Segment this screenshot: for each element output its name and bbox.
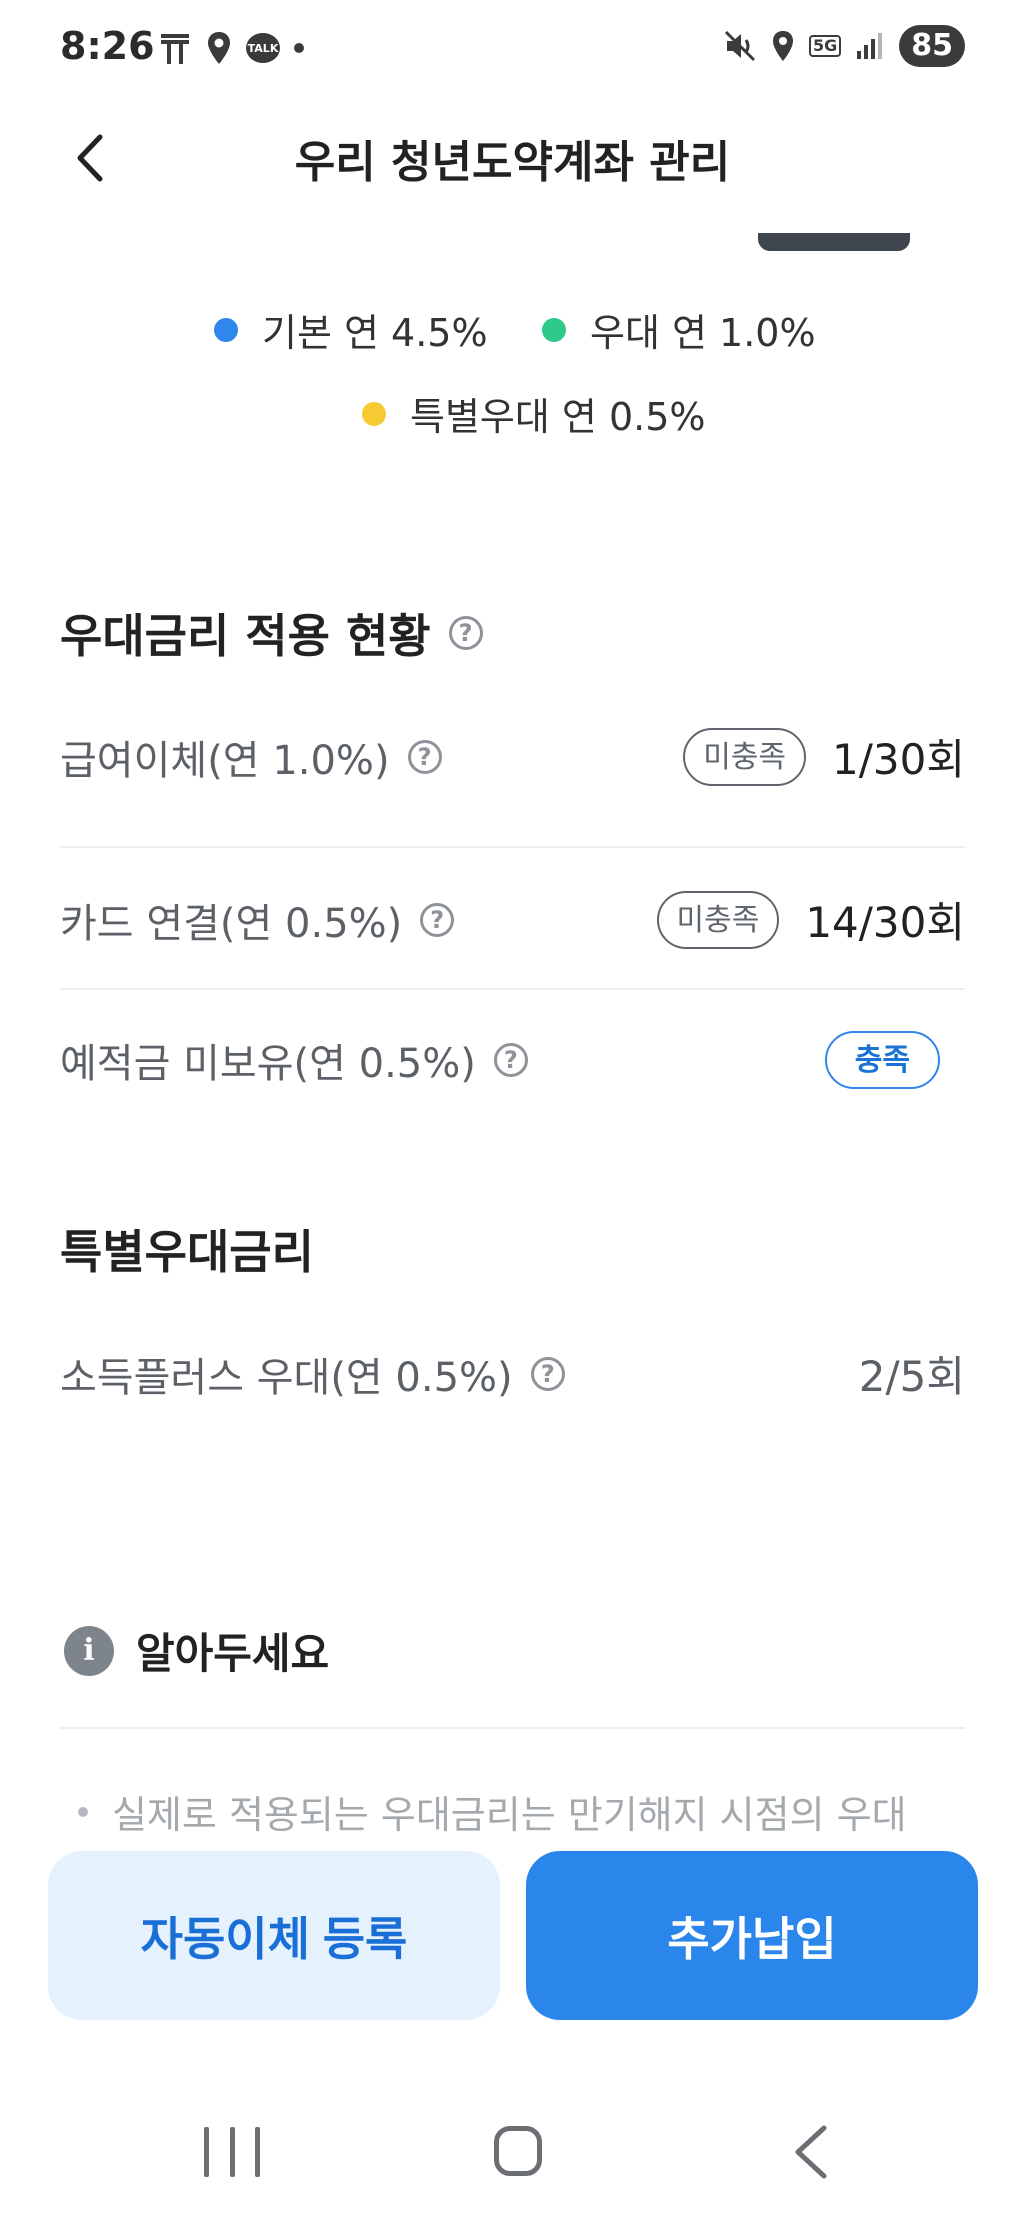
- legend-basic: 기본 연 4.5%: [214, 302, 488, 357]
- progress-count: 14/30회: [805, 898, 965, 947]
- legend-label-basic: 기본 연 4.5%: [262, 311, 488, 355]
- notice-item: 실제로 적용되는 우대금리는 만기해지 시점의 우대: [78, 1784, 907, 1839]
- preferential-row-salary: 급여이체(연 1.0%) ? 미충족 1/30회: [60, 726, 965, 787]
- auto-transfer-button[interactable]: 자동이체 등록: [48, 1851, 500, 2020]
- more-notifications-dot: [294, 43, 304, 53]
- preferential-row-deposit: 예적금 미보유(연 0.5%) ? 충족: [60, 1031, 965, 1089]
- status-badge: 미충족: [656, 890, 780, 949]
- legend-label-preferential: 우대 연 1.0%: [590, 311, 816, 355]
- help-icon[interactable]: ?: [493, 1043, 528, 1077]
- row-label-text: 예적금 미보유(연 0.5%): [60, 1041, 476, 1087]
- help-icon[interactable]: ?: [530, 1356, 565, 1391]
- system-back-button[interactable]: [788, 2124, 834, 2180]
- help-icon[interactable]: ?: [448, 616, 483, 650]
- preferential-row-card: 카드 연결(연 0.5%) ? 미충족 14/30회: [60, 889, 965, 950]
- row-label-text: 소득플러스 우대(연 0.5%): [60, 1354, 513, 1401]
- row-label: 카드 연결(연 0.5%) ?: [60, 891, 455, 949]
- row-label: 소득플러스 우대(연 0.5%) ?: [60, 1345, 565, 1403]
- legend-label-special: 특별우대 연 0.5%: [410, 395, 706, 439]
- status-badge: 미충족: [683, 727, 807, 786]
- divider: [60, 846, 965, 848]
- status-bar: 8:26 TALK 5G 85: [0, 0, 1025, 92]
- legend-dot-special: [362, 401, 386, 426]
- t-logo-icon: [161, 34, 189, 64]
- preferential-section-title: 우대금리 적용 현황 ?: [60, 600, 483, 666]
- recent-bar: [204, 2127, 209, 2177]
- location-icon: [208, 32, 230, 64]
- row-label: 급여이체(연 1.0%) ?: [60, 728, 442, 786]
- notice-title: i 알아두세요: [64, 1620, 329, 1681]
- status-badge: 충족: [824, 1031, 940, 1089]
- legend-dot-basic: [214, 317, 238, 342]
- divider: [60, 988, 965, 990]
- extra-payment-button[interactable]: 추가납입: [526, 1851, 978, 2020]
- bullet: [78, 1806, 88, 1817]
- special-section-title: 특별우대금리: [60, 1225, 314, 1279]
- divider: [60, 1727, 965, 1729]
- row-label-text: 카드 연결(연 0.5%): [60, 900, 403, 947]
- status-time: 8:26: [60, 24, 155, 68]
- chart-bottom-edge: [758, 233, 910, 251]
- notice-item-text: 실제로 적용되는 우대금리는 만기해지 시점의 우대: [112, 1793, 907, 1837]
- row-label-text: 급여이체(연 1.0%): [60, 737, 390, 784]
- help-icon[interactable]: ?: [420, 902, 455, 937]
- info-icon: i: [64, 1625, 114, 1676]
- progress-count: 1/30회: [832, 735, 965, 784]
- row-status-group: 2/5회: [859, 1343, 965, 1404]
- row-label: 예적금 미보유(연 0.5%) ?: [60, 1031, 528, 1089]
- signal-icon: [857, 33, 883, 59]
- vibrate-mute-icon: [724, 30, 756, 62]
- recent-bar: [255, 2127, 260, 2177]
- location-status-icon: [772, 31, 793, 61]
- row-status-group: 충족: [824, 1031, 940, 1089]
- progress-count: 2/5회: [858, 1352, 965, 1401]
- notice-title-text: 알아두세요: [136, 1629, 330, 1678]
- legend-preferential: 우대 연 1.0%: [542, 302, 816, 357]
- chevron-left-icon: [77, 134, 103, 182]
- recent-apps-button[interactable]: [204, 2127, 260, 2177]
- page-title: 우리 청년도약계좌 관리: [294, 137, 731, 188]
- notification-icons: TALK: [158, 28, 304, 68]
- system-icons: 5G 85: [723, 24, 965, 68]
- network-5g-icon: 5G: [808, 35, 842, 57]
- row-status-group: 미충족 1/30회: [683, 726, 965, 787]
- recent-bar: [229, 2127, 235, 2177]
- battery-indicator: 85: [899, 25, 965, 67]
- preferential-title-text: 우대금리 적용 현황: [60, 609, 431, 663]
- legend-dot-preferential: [542, 317, 566, 342]
- special-row-income-plus: 소득플러스 우대(연 0.5%) ? 2/5회: [60, 1343, 965, 1404]
- row-status-group: 미충족 14/30회: [656, 889, 965, 950]
- back-button[interactable]: [60, 128, 120, 188]
- kakaotalk-icon: TALK: [246, 33, 280, 63]
- legend-special: 특별우대 연 0.5%: [362, 386, 706, 441]
- home-button[interactable]: [494, 2126, 542, 2176]
- help-icon[interactable]: ?: [407, 739, 442, 774]
